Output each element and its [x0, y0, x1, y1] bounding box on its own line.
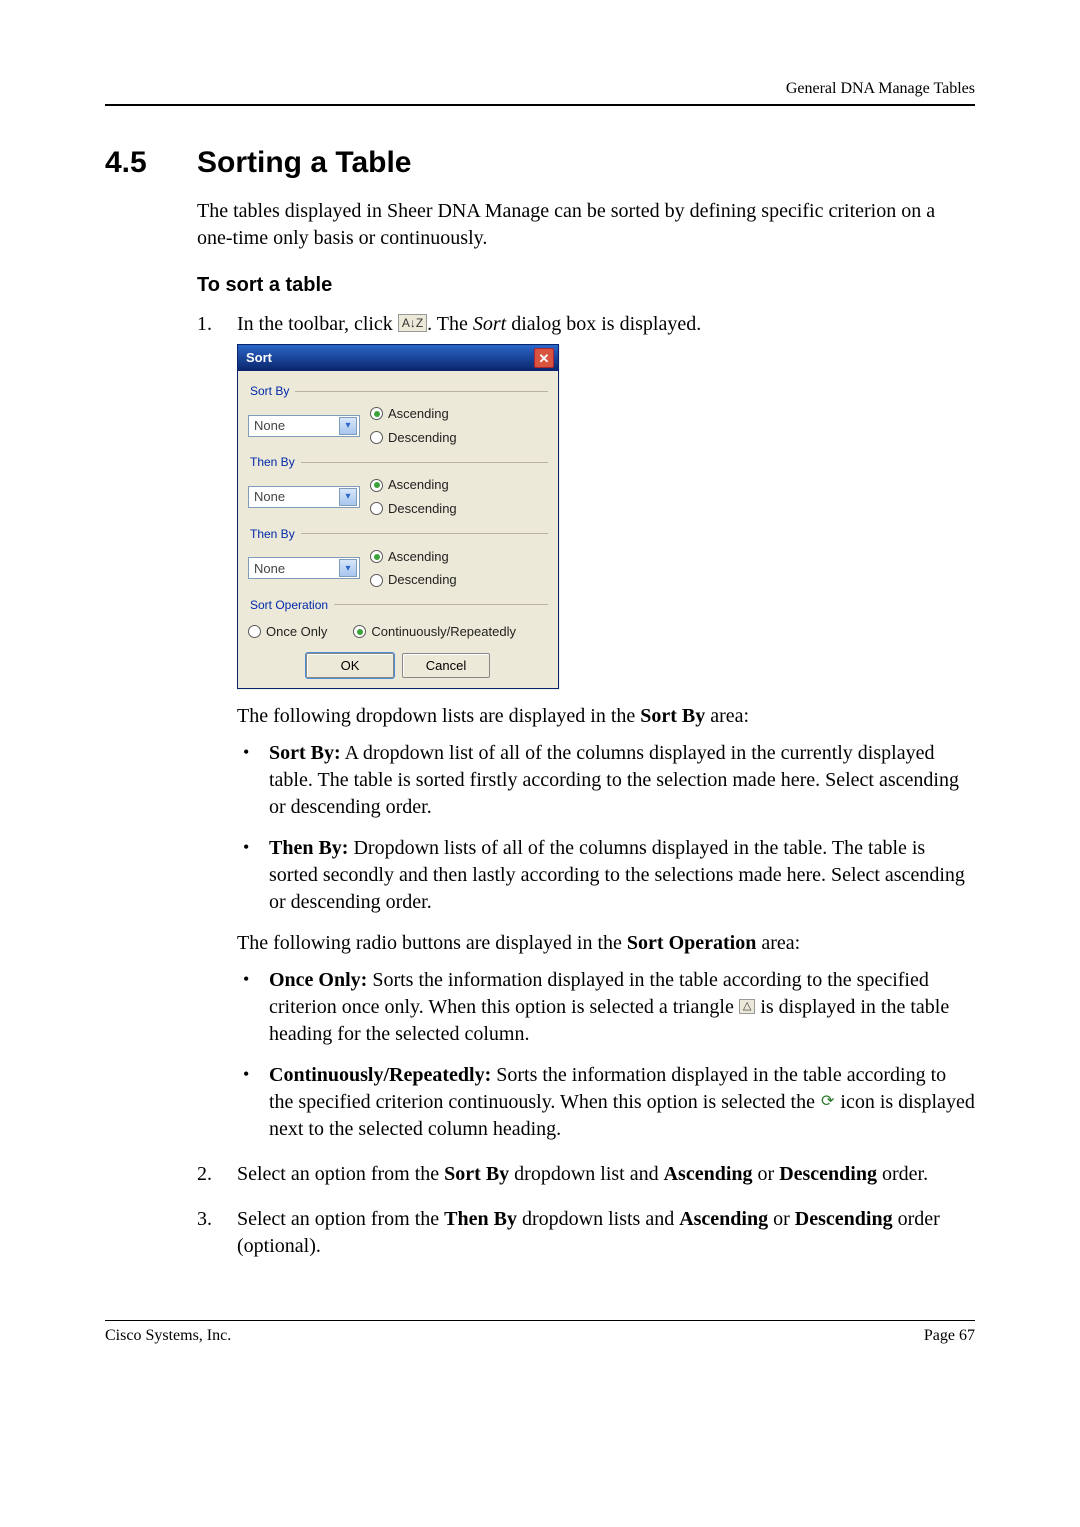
step1-italic: Sort: [473, 313, 506, 335]
radio-label: Ascending: [388, 548, 449, 566]
bullet-once-only: Once Only: Sorts the information display…: [237, 967, 975, 1048]
group-sort-operation: Sort Operation Once Only Continuously/Re…: [248, 597, 548, 643]
text: Select an option from the: [237, 1208, 444, 1230]
para-sortby-intro: The following dropdown lists are display…: [237, 703, 975, 730]
step-1: 1. In the toolbar, click A↓Z. The Sort d…: [197, 311, 975, 1143]
continuously-radio[interactable]: Continuously/Repeatedly: [353, 623, 516, 641]
footer-left: Cisco Systems, Inc.: [105, 1327, 231, 1345]
bold-text: Sort By: [640, 705, 705, 727]
bold-text: Descending: [795, 1208, 893, 1230]
step-2: 2. Select an option from the Sort By dro…: [197, 1161, 975, 1188]
bold-text: Descending: [779, 1163, 877, 1185]
header-right: General DNA Manage Tables: [786, 80, 975, 97]
para-operation-intro: The following radio buttons are displaye…: [237, 930, 975, 957]
section-number: 4.5: [105, 146, 197, 180]
thenby2-ascending-radio[interactable]: Ascending: [370, 548, 457, 566]
text: or: [768, 1208, 795, 1230]
dialog-titlebar: Sort ✕: [238, 345, 558, 371]
sortby-descending-radio[interactable]: Descending: [370, 429, 457, 447]
legend-sort-by: Sort By: [248, 383, 295, 399]
radio-label: Ascending: [388, 476, 449, 494]
text: Select an option from the: [237, 1163, 444, 1185]
sortby-ascending-radio[interactable]: Ascending: [370, 405, 457, 423]
section-heading: 4.5Sorting a Table: [105, 146, 975, 180]
dialog-title: Sort: [246, 349, 272, 367]
text: The following radio buttons are displaye…: [237, 932, 627, 954]
group-then-by-2: Then By None ▾ Ascending Descending: [248, 526, 548, 591]
thenby2-value: None: [254, 560, 285, 578]
chevron-down-icon: ▾: [339, 417, 357, 435]
ok-button[interactable]: OK: [306, 653, 394, 679]
group-sort-by: Sort By None ▾ Ascending Descending: [248, 383, 548, 448]
close-icon[interactable]: ✕: [534, 348, 554, 368]
text: or: [753, 1163, 780, 1185]
subheading: To sort a table: [197, 274, 975, 297]
sortby-select[interactable]: None ▾: [248, 415, 360, 437]
bold-text: Once Only:: [269, 969, 367, 991]
page-footer: Cisco Systems, Inc. Page 67: [105, 1320, 975, 1345]
legend-then-by-1: Then By: [248, 454, 301, 470]
page-header: General DNA Manage Tables: [105, 80, 975, 106]
cancel-button[interactable]: Cancel: [402, 653, 490, 679]
radio-label: Once Only: [266, 623, 327, 641]
group-then-by-1: Then By None ▾ Ascending Descending: [248, 454, 548, 519]
bold-text: Sort By: [444, 1163, 509, 1185]
once-only-radio[interactable]: Once Only: [248, 623, 327, 641]
repeat-icon: ⟳: [820, 1094, 835, 1110]
bold-text: Ascending: [679, 1208, 768, 1230]
bold-text: Sort By:: [269, 742, 341, 764]
radio-label: Descending: [388, 571, 457, 589]
radio-label: Continuously/Repeatedly: [371, 623, 516, 641]
bullet-sort-by: Sort By: A dropdown list of all of the c…: [237, 740, 975, 821]
bold-text: Then By:: [269, 837, 348, 859]
triangle-icon: △: [739, 999, 755, 1014]
text: order.: [877, 1163, 928, 1185]
thenby1-ascending-radio[interactable]: Ascending: [370, 476, 457, 494]
step1-text-posta: . The: [427, 313, 473, 335]
radio-label: Ascending: [388, 405, 449, 423]
sort-dialog: Sort ✕ Sort By None ▾ Ascending: [237, 344, 559, 689]
radio-label: Descending: [388, 429, 457, 447]
radio-label: Descending: [388, 500, 457, 518]
bold-text: Sort Operation: [627, 932, 756, 954]
footer-right: Page 67: [924, 1327, 975, 1345]
thenby2-descending-radio[interactable]: Descending: [370, 571, 457, 589]
bold-text: Continuously/Repeatedly:: [269, 1064, 491, 1086]
step1-text-postb: dialog box is displayed.: [506, 313, 701, 335]
legend-sort-operation: Sort Operation: [248, 597, 334, 613]
thenby1-select[interactable]: None ▾: [248, 486, 360, 508]
step1-text-pre: In the toolbar, click: [237, 313, 398, 335]
thenby1-descending-radio[interactable]: Descending: [370, 500, 457, 518]
text: dropdown list and: [509, 1163, 663, 1185]
bold-text: Ascending: [664, 1163, 753, 1185]
text: dropdown lists and: [517, 1208, 679, 1230]
text: The following dropdown lists are display…: [237, 705, 640, 727]
text: A dropdown list of all of the columns di…: [269, 742, 959, 818]
text: Dropdown lists of all of the columns dis…: [269, 837, 965, 913]
sort-toolbar-icon: A↓Z: [398, 314, 427, 332]
bullet-continuously: Continuously/Repeatedly: Sorts the infor…: [237, 1062, 975, 1143]
section-title: Sorting a Table: [197, 146, 411, 179]
step-number: 1.: [197, 311, 212, 338]
dialog-body: Sort By None ▾ Ascending Descending: [238, 371, 558, 688]
thenby1-value: None: [254, 488, 285, 506]
bold-text: Then By: [444, 1208, 517, 1230]
step-3: 3. Select an option from the Then By dro…: [197, 1206, 975, 1260]
sortby-value: None: [254, 417, 285, 435]
chevron-down-icon: ▾: [339, 488, 357, 506]
legend-then-by-2: Then By: [248, 526, 301, 542]
text: area:: [705, 705, 749, 727]
bullet-then-by: Then By: Dropdown lists of all of the co…: [237, 835, 975, 916]
thenby2-select[interactable]: None ▾: [248, 557, 360, 579]
step-number: 2.: [197, 1161, 212, 1188]
text: area:: [756, 932, 800, 954]
chevron-down-icon: ▾: [339, 559, 357, 577]
step-number: 3.: [197, 1206, 212, 1233]
intro-paragraph: The tables displayed in Sheer DNA Manage…: [197, 198, 975, 252]
